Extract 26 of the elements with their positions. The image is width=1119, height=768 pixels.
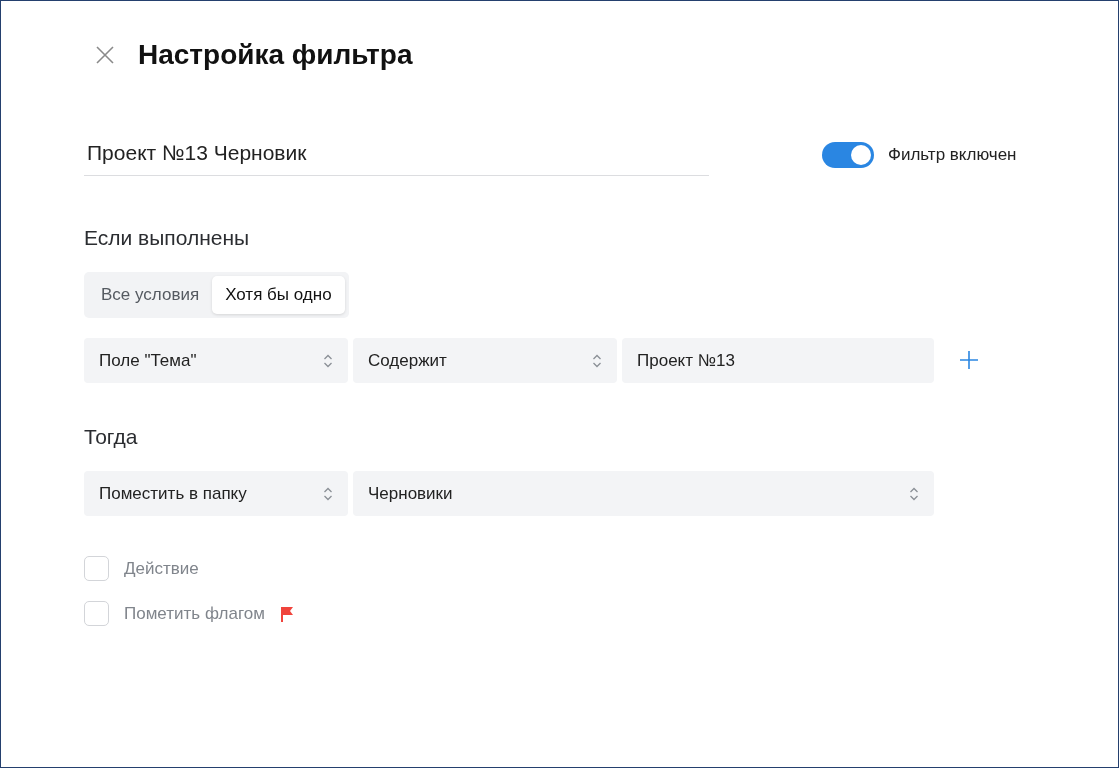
checkbox-label: Пометить флагом bbox=[124, 603, 265, 624]
segment-tab[interactable]: Все условия bbox=[88, 276, 213, 314]
toggle-label: Фильтр включен bbox=[888, 144, 1017, 165]
toggle-switch[interactable] bbox=[822, 141, 874, 168]
flag-icon bbox=[279, 605, 294, 622]
checkbox[interactable] bbox=[84, 556, 109, 581]
add-button[interactable] bbox=[959, 349, 981, 372]
filter-name-field[interactable]: Проект №13 Черновик bbox=[84, 133, 709, 176]
plus-icon bbox=[959, 349, 979, 370]
dialog-title: Настройка фильтра bbox=[138, 39, 413, 71]
section-heading: Если выполнены bbox=[84, 226, 251, 250]
up-down-chevron-icon bbox=[592, 352, 602, 369]
action-select[interactable]: Поместить в папку bbox=[84, 471, 348, 516]
up-down-chevron-icon bbox=[909, 485, 919, 502]
close-button[interactable] bbox=[94, 44, 116, 66]
value-field[interactable]: Проект №13 bbox=[622, 338, 934, 383]
up-down-chevron-icon bbox=[323, 485, 333, 502]
folder-select[interactable]: Черновики bbox=[353, 471, 934, 516]
segment-tab[interactable]: Хотя бы одно bbox=[212, 276, 345, 314]
close-icon bbox=[96, 46, 114, 64]
operator-select[interactable]: Содержит bbox=[353, 338, 617, 383]
checkbox-label: Действие bbox=[124, 558, 199, 579]
section-heading: Тогда bbox=[84, 425, 139, 449]
checkbox[interactable] bbox=[84, 601, 109, 626]
up-down-chevron-icon bbox=[323, 352, 333, 369]
field-select[interactable]: Поле "Тема" bbox=[84, 338, 348, 383]
